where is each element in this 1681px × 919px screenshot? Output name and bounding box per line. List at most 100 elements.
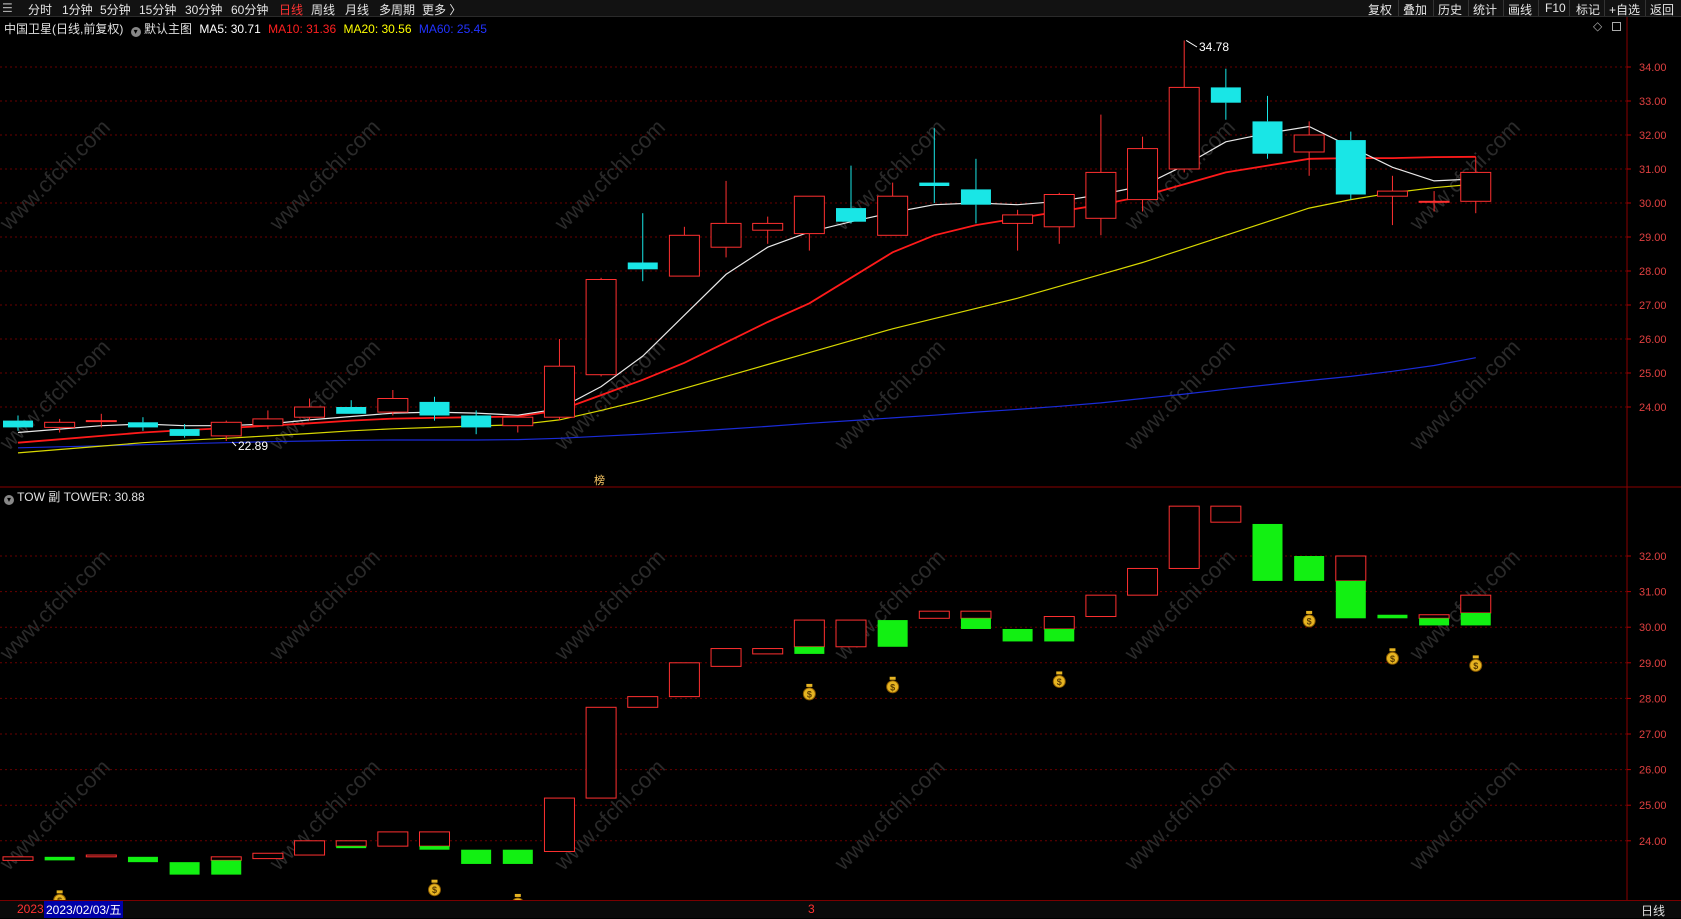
svg-text:$: $: [1473, 661, 1478, 671]
svg-text:$: $: [432, 885, 437, 895]
watermark-text: www.cfchi.com: [549, 114, 670, 235]
candle-body-up: [1418, 200, 1450, 203]
candle-body-down: [169, 429, 200, 436]
candle-body-up: [793, 195, 825, 235]
tower-bar-up: [960, 610, 992, 619]
tower-bar-up: [252, 852, 284, 860]
money-bag-icon: $: [1302, 610, 1316, 628]
candle-body-up: [543, 365, 575, 418]
watermark-text: www.cfchi.com: [1404, 754, 1525, 875]
money-bag-icon: $: [802, 683, 816, 701]
event-marker-char[interactable]: 榜: [594, 473, 605, 487]
sub-tick-label: 29.00: [1639, 658, 1667, 670]
candle-body-down: [919, 182, 950, 186]
candle-body-down: [127, 422, 158, 428]
watermark-text: www.cfchi.com: [264, 544, 385, 665]
candle-body-up: [585, 279, 617, 376]
tower-bar-up: [710, 648, 742, 667]
candle-body-up: [294, 406, 326, 418]
tower-bar-up: [210, 856, 242, 861]
tower-bar-down: [127, 856, 158, 863]
candle-body-down: [1252, 121, 1283, 154]
ma10-line: [17, 155, 1476, 444]
main-tick-label: 33.00: [1639, 96, 1667, 108]
candle-body-up: [210, 421, 242, 437]
sub-tick-label: 24.00: [1639, 836, 1667, 848]
tower-bar-down: [877, 620, 908, 647]
money-bag-icon: $: [1385, 648, 1399, 665]
tower-bar-up: [585, 706, 617, 799]
watermark-text: www.cfchi.com: [0, 114, 115, 235]
candle-body-down: [836, 208, 866, 222]
tower-bar-up: [2, 856, 34, 861]
date-mid-label: 3: [808, 902, 815, 916]
candle-body-up: [1043, 194, 1075, 228]
tower-bar-up: [918, 610, 950, 619]
tower-bar-up: [1043, 616, 1075, 630]
candle-body-up: [1293, 134, 1325, 153]
tower-bar-up: [1460, 594, 1492, 614]
candle-body-down: [3, 420, 33, 428]
candle-body-down: [627, 262, 658, 270]
tower-bar-down: [211, 860, 242, 875]
watermark-text: www.cfchi.com: [264, 334, 385, 455]
tower-bar-up: [419, 831, 450, 847]
money-bag-icon: $: [428, 879, 441, 897]
main-tick-label: 31.00: [1639, 164, 1667, 176]
tower-bar-down: [1419, 618, 1450, 626]
main-tick-label: 29.00: [1639, 232, 1667, 244]
tower-bar-down: [1252, 523, 1283, 581]
sub-tick-label: 30.00: [1639, 622, 1667, 634]
candle-body-up: [502, 416, 534, 427]
tower-bar-up: [835, 619, 867, 648]
tower-bar-up: [668, 662, 700, 698]
main-tick-label: 30.00: [1639, 198, 1667, 210]
svg-text:$: $: [1390, 654, 1395, 664]
sub-tick-label: 25.00: [1639, 800, 1667, 812]
watermark-text: www.cfchi.com: [829, 334, 950, 455]
candle-body-down: [419, 401, 450, 416]
period-label[interactable]: 日线: [1641, 902, 1665, 919]
main-tick-label: 24.00: [1639, 402, 1667, 414]
tower-bar-down: [169, 862, 200, 875]
watermark-text: www.cfchi.com: [829, 754, 950, 875]
money-bag-icon: $: [53, 890, 67, 900]
main-tick-label: 28.00: [1639, 266, 1667, 278]
moving-average-lines: [17, 125, 1476, 454]
money-bag-icon: $: [1052, 671, 1066, 688]
candle-body-up: [1002, 214, 1034, 224]
tower-bar-down: [419, 846, 450, 850]
main-tick-label: 34.00: [1639, 62, 1667, 74]
tower-bar-down: [461, 849, 492, 864]
ma5-line: [17, 125, 1476, 434]
watermark-text: www.cfchi.com: [264, 114, 385, 235]
tower-bar-up: [1335, 555, 1367, 582]
high-pointer-arrow: [1185, 40, 1198, 48]
sub-tick-label: 27.00: [1639, 729, 1667, 741]
candle-body-down: [461, 415, 492, 428]
tower-bar-down: [1294, 556, 1325, 581]
sub-price-axis: 32.00 31.00 30.00 29.00 28.00 27.00 26.00 25.00…: [1627, 551, 1667, 848]
tower-bar-up: [1085, 594, 1117, 618]
svg-text:$: $: [890, 682, 895, 692]
main-tick-label: 27.00: [1639, 300, 1667, 312]
tower-bar-up: [627, 696, 659, 708]
watermark-text: www.cfchi.com: [549, 544, 670, 665]
candle-body-down: [1335, 140, 1366, 195]
candle-body-up: [377, 398, 409, 413]
kline-chart[interactable]: www.cfchi.com www.cfchi.com www.cfchi.com w…: [0, 0, 1681, 900]
main-tick-label: 25.00: [1639, 368, 1667, 380]
candle-body-down: [960, 189, 991, 205]
tower-bar-down: [502, 849, 533, 864]
money-bag-icon: $: [1469, 655, 1483, 672]
main-tick-label: 26.00: [1639, 334, 1667, 346]
candle-body-up: [1460, 171, 1492, 202]
candle-body-down: [336, 407, 367, 414]
tower-bar-up: [793, 619, 825, 648]
tower-bar-down: [1335, 580, 1366, 619]
tower-bar-down: [1044, 628, 1075, 642]
candle-body-up: [85, 420, 117, 423]
watermark-text: www.cfchi.com: [829, 544, 950, 665]
watermark-text: www.cfchi.com: [1404, 334, 1525, 455]
candle-body-up: [1085, 171, 1117, 219]
